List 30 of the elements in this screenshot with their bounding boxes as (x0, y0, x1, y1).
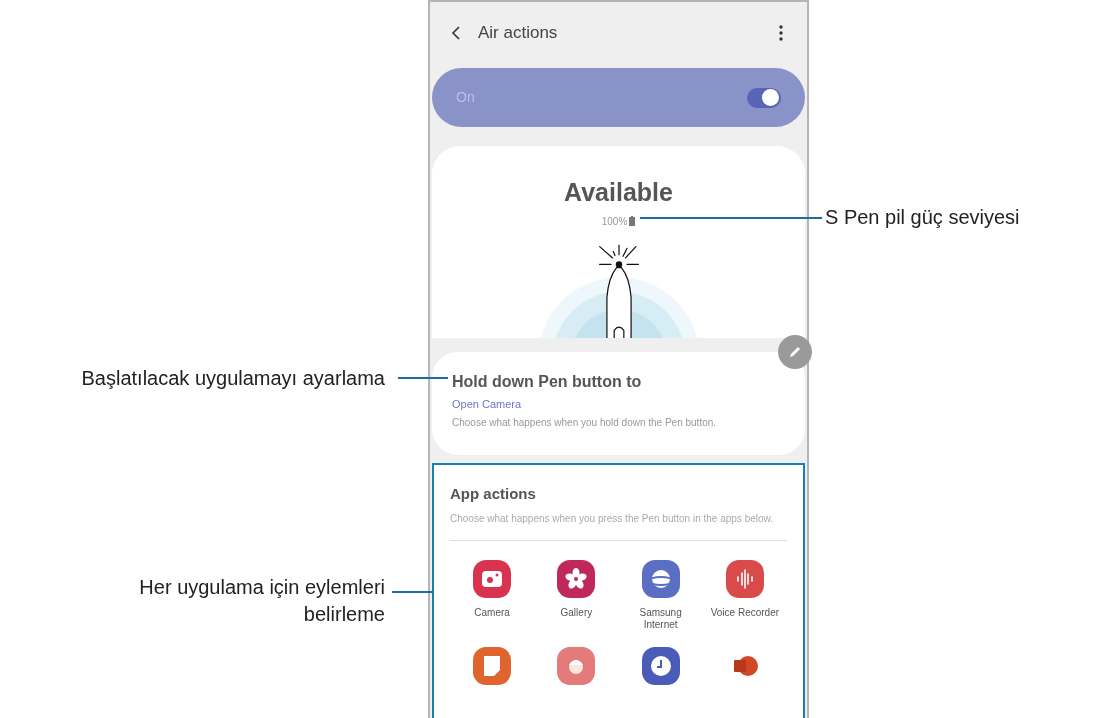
screen-title: Air actions (478, 22, 558, 45)
callout-line (392, 591, 434, 593)
callout-text: Her uygulama için eylemleri belirleme (138, 575, 385, 627)
back-icon[interactable] (450, 25, 462, 41)
app-icon[interactable] (640, 558, 681, 599)
app-icon[interactable] (556, 558, 597, 599)
battery-percentage: 100% (601, 214, 628, 229)
hold-card-title: Hold down Pen button to (452, 372, 643, 392)
app-actions-description: Choose what happens when you press the Pen button in the apps below. (450, 511, 774, 526)
app-icon[interactable] (556, 645, 597, 686)
app-icon[interactable] (724, 558, 765, 599)
callout-text: S Pen pil güç seviyesi (825, 205, 1020, 230)
app-icon[interactable] (472, 558, 513, 599)
hold-card-value: Open Camera (452, 397, 523, 412)
pencil-icon (788, 345, 802, 359)
battery-icon (629, 216, 636, 226)
app-icon[interactable] (472, 645, 513, 686)
status-heading: Available (564, 177, 673, 208)
app-label: Samsung Internet (638, 606, 683, 632)
app-icon[interactable] (640, 645, 681, 686)
app-label: Voice Recorder (709, 606, 780, 619)
app-label: Gallery (559, 606, 594, 619)
callout-text: Başlatılacak uygulamayı ayarlama (81, 366, 385, 391)
callout-line (398, 377, 448, 379)
toggle-switch[interactable] (747, 87, 781, 108)
more-options-icon[interactable] (779, 25, 783, 41)
hold-card[interactable]: Hold down Pen button to Open Camera Choose what happens when you hold down the Pen button. (432, 352, 805, 455)
app-label: Camera (473, 606, 511, 619)
hold-card-description: Choose what happens when you hold down the Pen button. (452, 415, 718, 429)
app-actions-title: App actions (450, 484, 537, 504)
